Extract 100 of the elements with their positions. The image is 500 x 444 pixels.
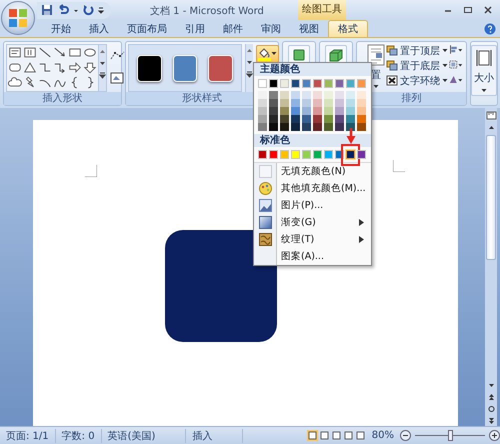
zoom-out-icon[interactable] [400,430,411,441]
zoom-in-icon[interactable] [489,430,500,441]
color-swatch[interactable] [324,107,333,115]
textbox-icon[interactable] [8,46,22,59]
color-swatch[interactable] [313,150,322,159]
color-swatch[interactable] [269,123,278,131]
insert-mode-indicator[interactable]: 插入 [186,428,244,442]
color-swatch[interactable] [335,79,344,88]
color-swatch[interactable] [302,107,311,115]
color-swatch[interactable] [258,91,267,99]
color-swatch[interactable] [269,115,278,123]
elbow-connector-icon[interactable] [38,61,52,74]
color-swatch[interactable] [269,99,278,107]
color-swatch[interactable] [357,99,366,107]
color-swatch[interactable] [324,150,333,159]
view-mode-icon[interactable] [354,430,366,441]
color-swatch[interactable] [280,107,289,115]
rounded-square-shape[interactable] [165,230,277,342]
color-swatch[interactable] [280,79,289,88]
view-mode-icon[interactable] [342,430,354,441]
color-swatch[interactable] [324,99,333,107]
color-swatch[interactable] [313,115,322,123]
rotate-icon[interactable] [449,74,463,85]
ribbon-tab[interactable]: 视图 [290,20,328,37]
arrow-icon[interactable] [53,46,67,59]
shape-style-swatch[interactable] [172,54,198,82]
ribbon-tab[interactable]: 引用 [176,20,214,37]
zoom-level[interactable]: 80% [366,430,400,441]
color-swatch[interactable] [346,115,355,123]
shape-fill-button[interactable] [256,45,279,63]
color-swatch[interactable] [357,79,366,88]
color-swatch[interactable] [280,115,289,123]
redo-icon[interactable] [82,4,94,16]
help-icon[interactable] [484,23,496,35]
color-swatch[interactable] [280,91,289,99]
color-swatch[interactable] [291,123,300,131]
menu-item[interactable]: 渐变(G) [254,214,371,231]
menu-item[interactable]: 其他填充颜色(M)... [254,180,371,197]
color-swatch[interactable] [324,115,333,123]
textbox-icon[interactable] [110,72,124,84]
down-arrow-icon[interactable] [83,61,97,74]
language-indicator[interactable]: 英语(美国) [102,428,186,442]
view-mode-icon[interactable] [318,430,330,441]
color-swatch[interactable] [269,107,278,115]
color-swatch[interactable] [302,79,311,88]
color-swatch[interactable] [357,150,366,159]
shape-style-swatch[interactable] [208,54,234,82]
rounded-rectangle-icon[interactable] [8,61,22,74]
right-arrow-icon[interactable] [68,61,82,74]
color-swatch[interactable] [302,99,311,107]
color-swatch[interactable] [335,123,344,131]
color-swatch[interactable] [258,107,267,115]
ribbon-tab[interactable]: 审阅 [252,20,290,37]
color-swatch[interactable] [280,150,289,159]
scroll-thumb[interactable] [486,135,496,260]
arrange-button[interactable]: 置于顶层 [386,44,448,57]
color-swatch[interactable] [269,79,278,88]
page-count[interactable]: 页面: 1/1 [0,428,56,442]
color-swatch[interactable] [269,150,278,159]
rectangle-icon[interactable] [68,46,82,59]
menu-item[interactable]: 纹理(T) [254,231,371,248]
color-swatch[interactable] [280,123,289,131]
menu-item[interactable]: 图片(P)... [254,197,371,214]
cloud-icon[interactable] [8,76,22,89]
triangle-icon[interactable] [23,61,37,74]
color-swatch[interactable] [258,123,267,131]
color-swatch[interactable] [324,123,333,131]
size-button[interactable]: 大小 [471,45,497,96]
ruler-icon[interactable] [486,110,496,121]
color-swatch[interactable] [302,91,311,99]
arrange-button[interactable]: 置于底层 [386,59,448,72]
color-swatch[interactable] [335,107,344,115]
color-swatch[interactable] [357,91,366,99]
color-swatch[interactable] [291,79,300,88]
ribbon-tab[interactable]: 页面布局 [118,20,176,37]
color-swatch[interactable] [269,91,278,99]
color-swatch[interactable] [291,150,300,159]
color-swatch[interactable] [346,79,355,88]
arrange-button[interactable]: 文字环绕 [386,74,448,87]
browse-object-icon[interactable] [486,404,496,414]
edit-points-icon[interactable] [110,50,126,62]
color-swatch[interactable] [302,115,311,123]
menu-item[interactable]: 图案(A)... [254,248,371,265]
color-swatch[interactable] [258,150,267,159]
color-swatch[interactable] [346,107,355,115]
color-swatch[interactable] [258,99,267,107]
slider-thumb[interactable] [448,430,453,441]
color-swatch[interactable] [357,123,366,131]
color-swatch[interactable] [313,123,322,131]
color-swatch[interactable] [324,91,333,99]
color-swatch[interactable] [291,115,300,123]
color-swatch[interactable] [258,115,267,123]
word-count[interactable]: 字数: 0 [56,428,102,442]
color-swatch[interactable] [291,91,300,99]
color-swatch[interactable] [335,115,344,123]
view-mode-icon[interactable] [330,430,342,441]
save-icon[interactable] [41,4,53,16]
group-icon[interactable] [449,59,463,70]
color-swatch[interactable] [357,115,366,123]
vertical-textbox-icon[interactable] [23,46,37,59]
